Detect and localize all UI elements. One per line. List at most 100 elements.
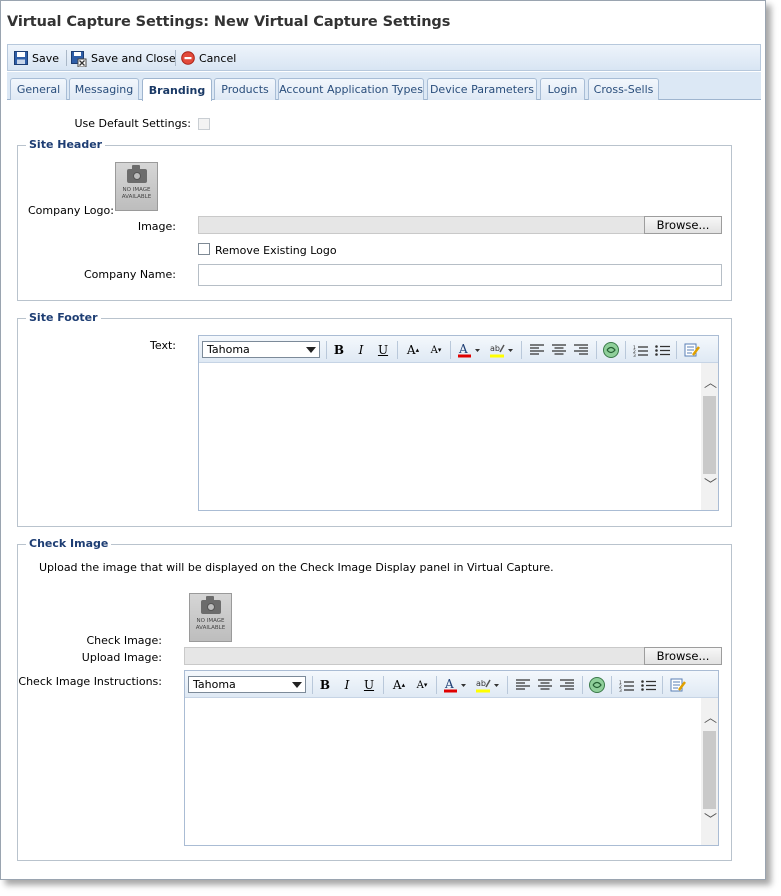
company-name-input[interactable] [198, 264, 722, 286]
logo-file-field[interactable] [198, 216, 646, 234]
bulleted-list-icon[interactable] [640, 677, 656, 693]
italic-icon[interactable]: I [354, 342, 368, 358]
highlight-color-icon[interactable]: ab [489, 342, 515, 358]
scrollbar-thumb[interactable] [703, 731, 716, 809]
toolbar-separator [625, 341, 626, 359]
svg-text:A: A [444, 677, 454, 691]
upload-image-label: Upload Image: [81, 651, 162, 664]
image-label: Image: [137, 220, 176, 233]
save-and-close-button[interactable]: Save and Close [71, 50, 176, 68]
align-right-icon[interactable] [559, 677, 575, 693]
font-name-select[interactable]: Tahoma [188, 676, 306, 693]
bold-icon[interactable]: B [332, 342, 346, 358]
grow-font-icon[interactable]: A ▴ [404, 342, 422, 358]
align-center-icon[interactable] [537, 677, 553, 693]
check-image-preview: NO IMAGE AVAILABLE [189, 593, 232, 642]
cancel-icon [181, 51, 195, 65]
tab-general[interactable]: General [10, 78, 67, 100]
use-default-settings-checkbox[interactable] [198, 118, 210, 130]
svg-text:3: 3 [633, 353, 636, 357]
save-label: Save [32, 51, 60, 65]
bold-icon[interactable]: B [318, 677, 332, 693]
insert-link-icon[interactable] [602, 342, 620, 358]
main-toolbar: Save Save and Close Cancel [7, 44, 761, 71]
tab-account-application-types[interactable]: Account Application Types [278, 78, 424, 100]
site-header-legend: Site Header [26, 138, 106, 151]
toolbar-separator [582, 676, 583, 694]
svg-text:A: A [458, 342, 468, 356]
toolbar-separator [326, 341, 327, 359]
dropdown-arrow-icon [292, 682, 302, 688]
site-footer-legend: Site Footer [26, 311, 101, 324]
tab-messaging[interactable]: Messaging [69, 78, 139, 100]
save-close-icon [71, 51, 87, 68]
editor-toolbar: Tahoma B I U A ▴ A ▾ A ab 1 2 3 [199, 336, 718, 363]
tab-device-parameters[interactable]: Device Parameters [427, 78, 537, 100]
instructions-editor-scrollbar[interactable]: ︿ ﹀ [701, 698, 718, 845]
format-stripper-icon[interactable] [684, 342, 700, 358]
svg-text:ab: ab [490, 344, 500, 353]
scroll-up-icon[interactable]: ︿ [704, 377, 717, 390]
tab-products[interactable]: Products [214, 78, 276, 100]
no-image-text: NO IMAGE AVAILABLE [195, 618, 226, 631]
camera-icon [126, 165, 147, 183]
check-image-description: Upload the image that will be displayed … [39, 561, 554, 574]
dropdown-arrow-icon [306, 347, 316, 353]
shrink-font-icon[interactable]: A ▾ [427, 342, 445, 358]
underline-icon[interactable]: U [362, 677, 376, 693]
toolbar-separator [66, 50, 67, 66]
align-left-icon[interactable] [515, 677, 531, 693]
save-and-close-label: Save and Close [91, 51, 176, 65]
scroll-up-icon[interactable]: ︿ [704, 712, 717, 725]
tab-branding[interactable]: Branding [142, 78, 212, 101]
company-logo-label: Company Logo: [28, 204, 114, 217]
remove-existing-logo-label: Remove Existing Logo [215, 244, 337, 257]
check-image-file-field[interactable] [184, 647, 646, 665]
cancel-button[interactable]: Cancel [181, 50, 236, 66]
toolbar-separator [676, 341, 677, 359]
check-image-label: Check Image: [86, 634, 163, 647]
font-name-select[interactable]: Tahoma [202, 341, 320, 358]
cancel-label: Cancel [199, 51, 237, 65]
tab-strip: General Messaging Branding Products Acco… [7, 72, 761, 101]
save-button[interactable]: Save [14, 50, 59, 66]
svg-text:ab: ab [476, 679, 486, 688]
toolbar-separator [312, 676, 313, 694]
align-center-icon[interactable] [551, 342, 567, 358]
format-stripper-icon[interactable] [670, 677, 686, 693]
numbered-list-icon[interactable]: 123 [632, 342, 648, 358]
scroll-down-icon[interactable]: ﹀ [704, 479, 717, 492]
no-image-text: NO IMAGE AVAILABLE [121, 187, 152, 200]
footer-editor-scrollbar[interactable]: ︿ ﹀ [701, 363, 718, 510]
bulleted-list-icon[interactable] [654, 342, 670, 358]
tab-login[interactable]: Login [540, 78, 585, 100]
check-image-browse-button[interactable]: Browse... [644, 647, 722, 665]
scroll-down-icon[interactable]: ﹀ [704, 814, 717, 827]
numbered-list-icon[interactable]: 123 [618, 677, 634, 693]
scrollbar-thumb[interactable] [703, 396, 716, 474]
underline-icon[interactable]: U [376, 342, 390, 358]
toolbar-separator [596, 341, 597, 359]
grow-font-icon[interactable]: A ▴ [390, 677, 408, 693]
font-color-icon[interactable]: A [443, 677, 467, 693]
remove-existing-logo-checkbox[interactable] [198, 243, 210, 255]
floppy-disk-icon [14, 51, 28, 65]
toolbar-separator [507, 676, 508, 694]
logo-browse-button[interactable]: Browse... [644, 216, 722, 234]
italic-icon[interactable]: I [340, 677, 354, 693]
insert-link-icon[interactable] [588, 677, 606, 693]
toolbar-separator [450, 341, 451, 359]
toolbar-separator [521, 341, 522, 359]
footer-rich-text-editor: Tahoma B I U A ▴ A ▾ A ab 1 2 3 ︿ ﹀ [198, 335, 719, 511]
svg-text:3: 3 [619, 688, 622, 692]
window-title: Virtual Capture Settings: New Virtual Ca… [7, 14, 451, 30]
tab-cross-sells[interactable]: Cross-Sells [588, 78, 659, 100]
font-color-icon[interactable]: A [457, 342, 481, 358]
highlight-color-icon[interactable]: ab [475, 677, 501, 693]
toolbar-separator [383, 676, 384, 694]
shrink-font-icon[interactable]: A ▾ [413, 677, 431, 693]
align-right-icon[interactable] [573, 342, 589, 358]
company-name-label: Company Name: [84, 268, 176, 281]
editor-toolbar: Tahoma B I U A ▴ A ▾ A ab 1 2 3 [185, 671, 718, 698]
align-left-icon[interactable] [529, 342, 545, 358]
